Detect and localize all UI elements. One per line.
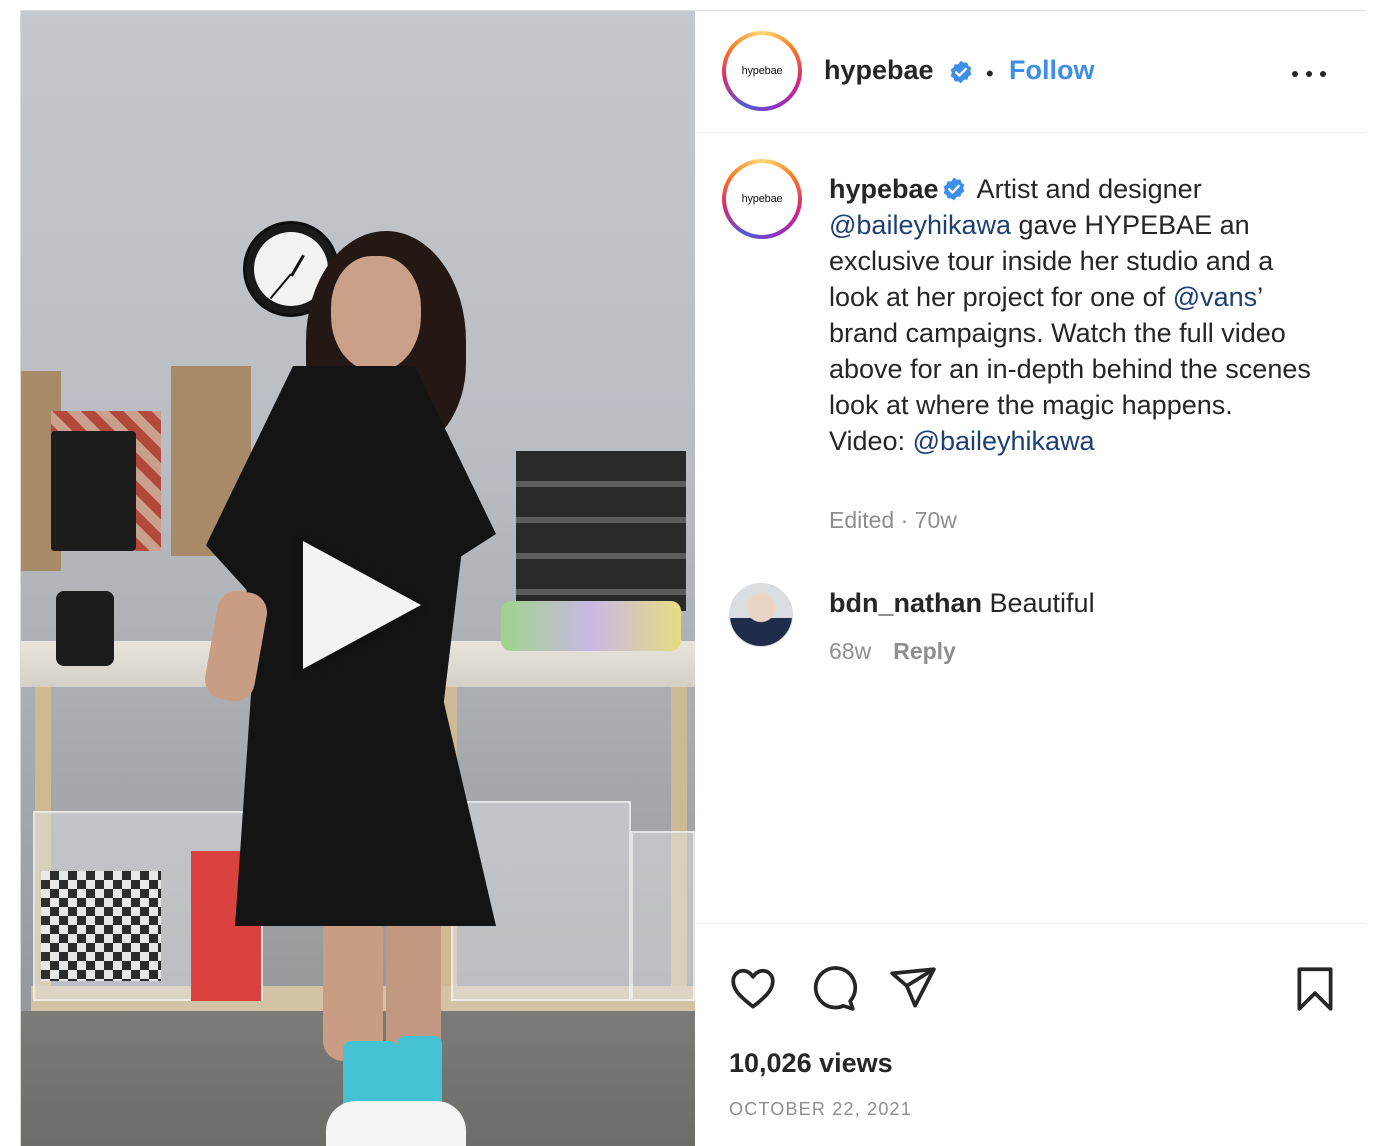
action-bar: 10,026 views OCTOBER 22, 2021: [696, 923, 1366, 1146]
verified-badge-icon: [950, 60, 972, 84]
avatar-logo-text: hypebae: [730, 167, 794, 231]
post-caption: hypebae Artist and designer @baileyhikaw…: [829, 171, 1329, 459]
comment: bdn_nathan Beautiful: [829, 588, 1095, 619]
comment-meta: 68w Reply: [829, 638, 956, 665]
heart-icon[interactable]: [728, 964, 778, 1014]
caption-text: Artist and designer: [970, 174, 1202, 204]
post-sidebar: hypebae hypebae • Follow hypebae hypebae…: [696, 11, 1366, 1146]
caption-meta: Edited · 70w: [829, 507, 957, 533]
view-count: 10,026 views: [729, 1048, 893, 1078]
post-video[interactable]: [21, 11, 695, 1146]
paper-plane-icon[interactable]: [888, 964, 938, 1014]
avatar-logo-text: hypebae: [730, 39, 794, 103]
comment-username[interactable]: bdn_nathan: [829, 588, 982, 618]
mention-link[interactable]: @baileyhikawa: [913, 426, 1095, 456]
commenter-avatar[interactable]: [729, 583, 793, 647]
reply-button[interactable]: Reply: [893, 638, 956, 664]
account-username[interactable]: hypebae: [824, 55, 934, 86]
mention-link[interactable]: @baileyhikawa: [829, 210, 1011, 240]
caption-text: Video:: [829, 426, 913, 456]
mention-link[interactable]: @vans: [1173, 282, 1257, 312]
instagram-post: hypebae hypebae • Follow hypebae hypebae…: [20, 10, 1366, 1146]
post-date[interactable]: OCTOBER 22, 2021: [729, 1099, 912, 1120]
caption-username[interactable]: hypebae: [829, 174, 939, 204]
comment-text: Beautiful: [982, 588, 1095, 618]
bookmark-icon[interactable]: [1290, 964, 1340, 1014]
more-options-icon[interactable]: [1292, 71, 1326, 81]
verified-badge-icon: [943, 177, 964, 201]
post-header: hypebae hypebae • Follow: [696, 11, 1366, 133]
follow-button[interactable]: Follow: [1009, 55, 1094, 86]
comment-age: 68w: [829, 638, 872, 664]
separator-dot: •: [986, 61, 994, 86]
caption-avatar[interactable]: hypebae: [722, 159, 802, 239]
account-avatar[interactable]: hypebae: [722, 31, 802, 111]
comment-icon[interactable]: [808, 964, 858, 1014]
play-icon[interactable]: [303, 541, 421, 669]
